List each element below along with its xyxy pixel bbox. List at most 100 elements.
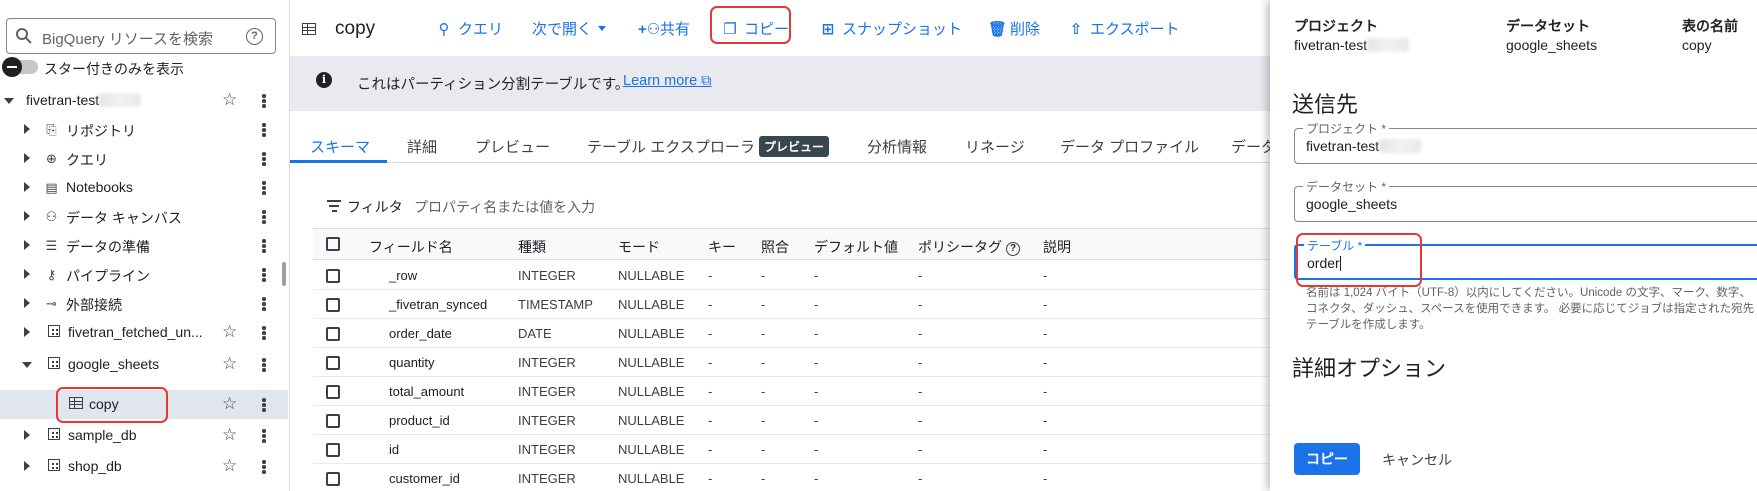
help-icon[interactable]: ? — [1006, 242, 1020, 256]
schema-row[interactable]: quantity INTEGER NULLABLE - - - - - — [313, 348, 1270, 377]
tree-item-queries[interactable]: ⊕ クエリ — [0, 144, 288, 173]
more-options-icon[interactable] — [262, 268, 266, 282]
help-icon[interactable]: ? — [246, 28, 263, 45]
schema-row[interactable]: id INTEGER NULLABLE - - - - - — [313, 435, 1270, 464]
expand-caret-icon[interactable] — [24, 430, 30, 440]
star-icon[interactable]: ☆ — [222, 322, 237, 342]
row-checkbox[interactable] — [326, 472, 340, 486]
tree-item-dataset-google-sheets[interactable]: google_sheets ☆ — [0, 350, 288, 379]
expand-caret-icon[interactable] — [22, 362, 32, 368]
sidebar-scrollbar[interactable] — [282, 262, 286, 286]
schema-row[interactable]: product_id INTEGER NULLABLE - - - - - — [313, 406, 1270, 435]
schema-row[interactable]: order_date DATE NULLABLE - - - - - — [313, 319, 1270, 348]
more-options-icon[interactable] — [262, 358, 266, 372]
cell-policy-tag: - — [918, 413, 923, 428]
tree-item-label: データの準備 — [66, 239, 150, 255]
tree-item-pipelines[interactable]: ⚷ パイプライン — [0, 260, 288, 289]
header-field-name[interactable]: フィールド名 — [369, 237, 453, 257]
open-with-button[interactable]: 次で開く — [532, 20, 607, 40]
expand-caret-icon[interactable] — [24, 211, 30, 221]
tree-project-row[interactable]: fivetran-test ☆ — [0, 86, 288, 115]
tab-lineage[interactable]: リネージ — [965, 136, 1025, 157]
query-button[interactable]: ⚲ クエリ — [436, 20, 504, 40]
star-icon[interactable]: ☆ — [222, 354, 237, 374]
tree-item-repository[interactable]: ⎘ リポジトリ — [0, 115, 288, 144]
more-options-icon[interactable] — [262, 239, 266, 253]
tree-item-notebooks[interactable]: ▤ Notebooks — [0, 173, 288, 202]
header-key[interactable]: キー — [708, 237, 736, 257]
row-checkbox[interactable] — [326, 356, 340, 370]
more-options-icon[interactable] — [262, 429, 266, 443]
snapshot-button[interactable]: ⊞ スナップショット — [820, 20, 962, 40]
row-checkbox[interactable] — [326, 414, 340, 428]
highlight-box — [56, 387, 168, 423]
header-type[interactable]: 種類 — [518, 237, 546, 257]
tree-item-external-connections[interactable]: ⊸ 外部接続 — [0, 289, 288, 318]
more-options-icon[interactable] — [262, 210, 266, 224]
copy-submit-button[interactable]: コピー — [1294, 443, 1360, 475]
cancel-button[interactable]: キャンセル — [1382, 450, 1452, 470]
export-button[interactable]: ⇧ エクスポート — [1068, 20, 1180, 40]
expand-caret-icon[interactable] — [24, 124, 30, 134]
row-checkbox[interactable] — [326, 385, 340, 399]
expand-caret-icon[interactable] — [24, 327, 30, 337]
delete-button[interactable]: 🗑 削除 — [988, 20, 1040, 40]
expand-caret-icon[interactable] — [24, 240, 30, 250]
expand-caret-icon[interactable] — [4, 98, 14, 104]
star-icon[interactable]: ☆ — [222, 456, 237, 476]
project-name: fivetran-test — [26, 92, 100, 108]
tree-item-dataset-shop-db[interactable]: shop_db ☆ — [0, 452, 288, 481]
tab-data[interactable]: データ — [1231, 136, 1270, 157]
share-button[interactable]: +⚇共有 — [638, 20, 690, 40]
more-options-icon[interactable] — [262, 94, 266, 108]
tab-data-profile[interactable]: データ プロファイル — [1060, 136, 1199, 157]
expand-caret-icon[interactable] — [24, 269, 30, 279]
resource-explorer: BigQuery リソースを検索 ? スター付きのみを表示 fivetran-t… — [0, 0, 290, 491]
schema-row[interactable]: _row INTEGER NULLABLE - - - - - — [313, 261, 1270, 290]
schema-row[interactable]: total_amount INTEGER NULLABLE - - - - - — [313, 377, 1270, 406]
tab-schema[interactable]: スキーマ — [310, 136, 370, 157]
schema-row[interactable]: customer_id INTEGER NULLABLE - - - - - — [313, 464, 1270, 491]
row-checkbox[interactable] — [326, 327, 340, 341]
more-options-icon[interactable] — [262, 297, 266, 311]
more-options-icon[interactable] — [262, 181, 266, 195]
schema-filter[interactable]: フィルタ プロパティ名または値を入力 — [313, 188, 1270, 228]
destination-project-field[interactable]: プロジェクト * fivetran-test — [1294, 120, 1757, 164]
learn-more-link[interactable]: Learn more ⧉ — [623, 73, 712, 89]
expand-caret-icon[interactable] — [24, 182, 30, 192]
tab-insights[interactable]: 分析情報 — [867, 136, 927, 157]
destination-dataset-field[interactable]: データセット * google_sheets — [1294, 178, 1757, 222]
more-options-icon[interactable] — [262, 123, 266, 137]
header-default-value[interactable]: デフォルト値 — [814, 237, 898, 257]
tab-preview[interactable]: プレビュー — [475, 136, 550, 157]
expand-caret-icon[interactable] — [24, 298, 30, 308]
star-icon[interactable]: ☆ — [222, 425, 237, 445]
more-options-icon[interactable] — [262, 460, 266, 474]
resource-search-input[interactable]: BigQuery リソースを検索 ? — [6, 18, 276, 54]
tab-table-explorer[interactable]: テーブル エクスプローラ — [587, 136, 755, 157]
filter-input[interactable]: プロパティ名または値を入力 — [414, 197, 595, 217]
row-checkbox[interactable] — [326, 298, 340, 312]
cell-collation: - — [761, 268, 766, 283]
star-icon[interactable]: ☆ — [222, 394, 237, 414]
row-checkbox[interactable] — [326, 443, 340, 457]
tab-details[interactable]: 詳細 — [407, 136, 437, 157]
header-description[interactable]: 説明 — [1043, 237, 1071, 257]
tree-item-data-canvas[interactable]: ⚇ データ キャンバス — [0, 202, 288, 231]
more-options-icon[interactable] — [262, 326, 266, 340]
header-collation[interactable]: 照合 — [761, 237, 789, 257]
advanced-options-title[interactable]: 詳細オプション — [1292, 351, 1446, 383]
star-icon[interactable]: ☆ — [222, 90, 237, 110]
expand-caret-icon[interactable] — [24, 153, 30, 163]
schema-row[interactable]: _fivetran_synced TIMESTAMP NULLABLE - - - - - — [313, 290, 1270, 319]
expand-caret-icon[interactable] — [24, 461, 30, 471]
header-mode[interactable]: モード — [618, 237, 660, 257]
select-all-checkbox[interactable] — [326, 237, 340, 251]
more-options-icon[interactable] — [262, 398, 266, 412]
tree-item-dataset-fivetran-fetched[interactable]: fivetran_fetched_un... ☆ — [0, 318, 288, 347]
tree-item-data-prep[interactable]: ☰ データの準備 — [0, 231, 288, 260]
row-checkbox[interactable] — [326, 269, 340, 283]
more-options-icon[interactable] — [262, 152, 266, 166]
header-policy-tag[interactable]: ポリシータグ? — [918, 237, 1020, 257]
tree-item-dataset-sample-db[interactable]: sample_db ☆ — [0, 421, 288, 450]
